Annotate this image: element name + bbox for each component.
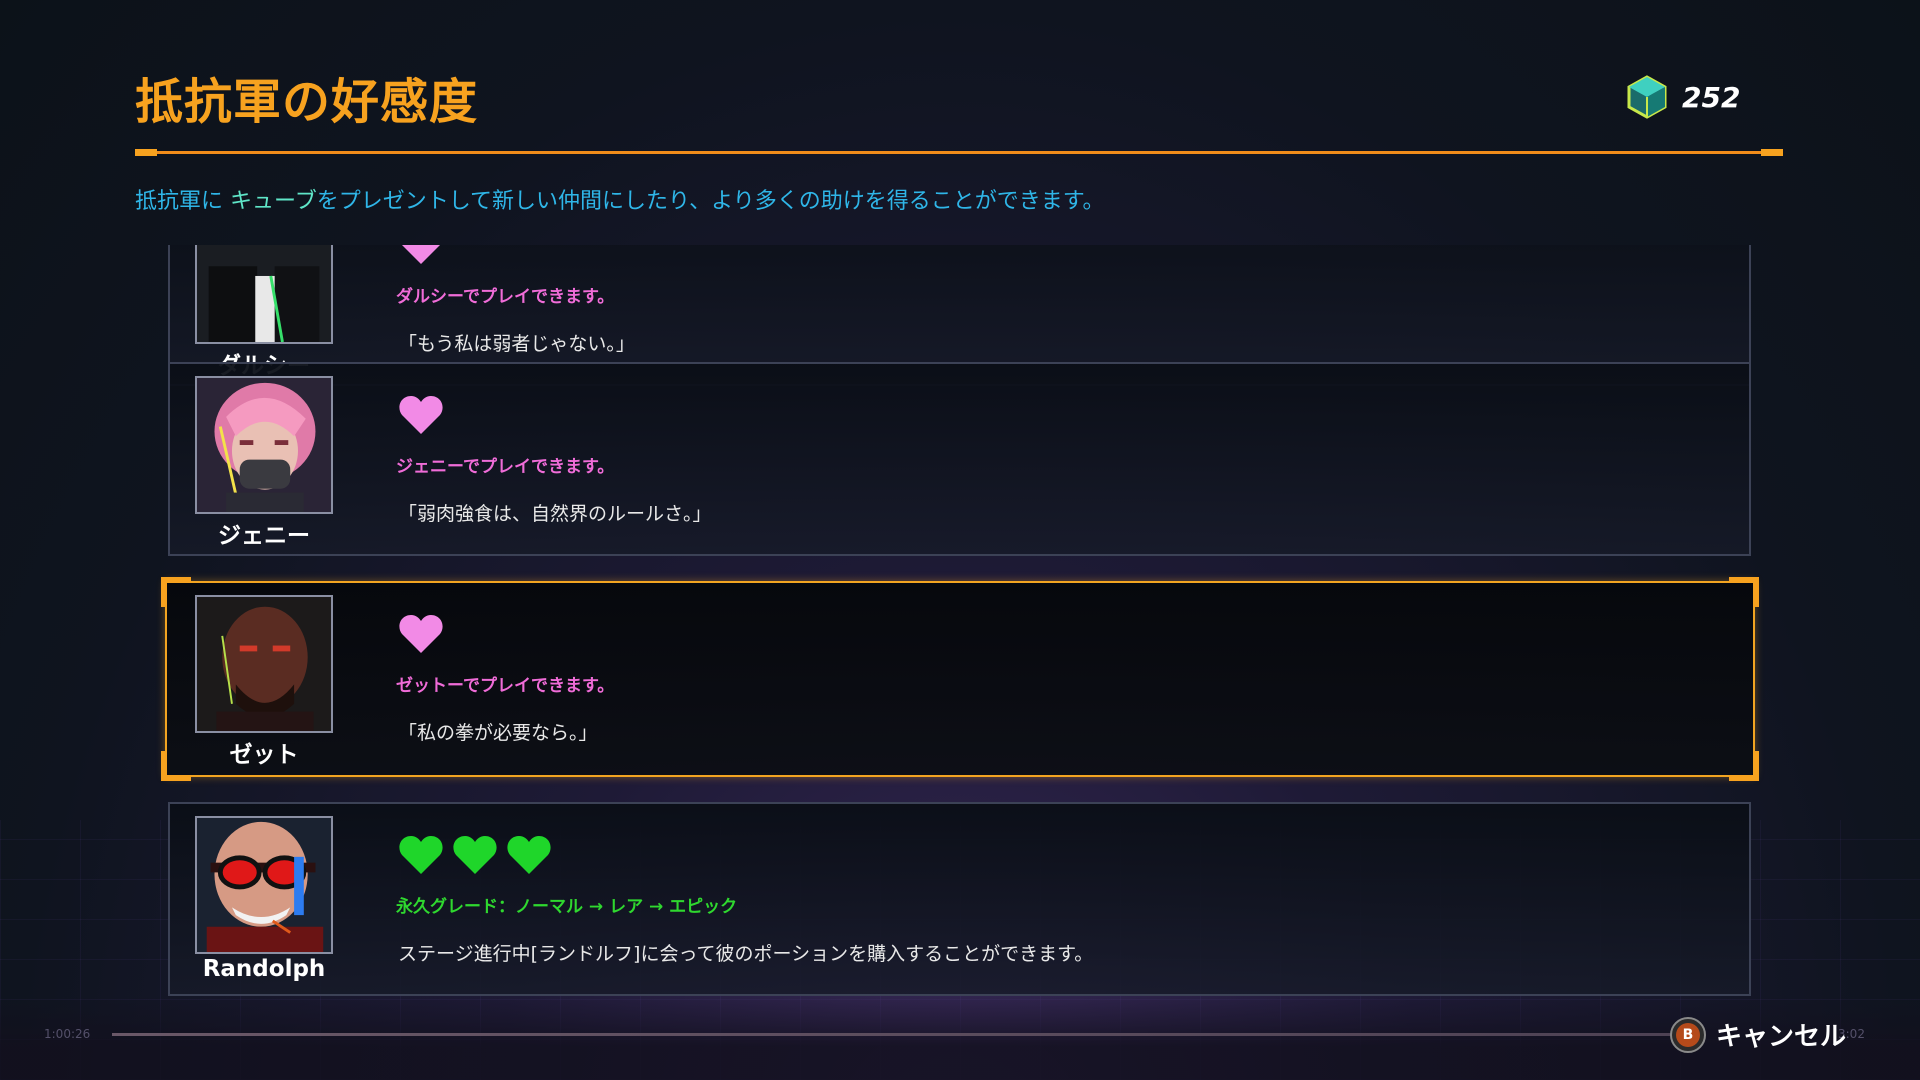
subtitle-suffix: をプレゼントして新しい仲間にしたり、より多くの助けを得ることができます。 [316, 189, 1105, 214]
dulcie-portrait-icon [197, 245, 331, 342]
ally-card-randolph[interactable]: Randolph 永久グレード：ノーマル → レア → エピック ステージ進行中… [168, 802, 1751, 996]
cube-icon [1627, 75, 1667, 119]
b-button-glyph: B [1676, 1022, 1700, 1047]
page-title: 抵抗軍の好感度 [135, 74, 479, 130]
ally-status: 永久グレード：ノーマル → レア → エピック [396, 897, 738, 917]
ally-name: ジェニー [218, 523, 310, 549]
heart-icon [399, 396, 443, 434]
bottom-bar [0, 996, 1920, 1080]
portrait-jenny [195, 376, 333, 514]
currency-value: 252 [1682, 80, 1741, 114]
heart-icon [399, 836, 443, 874]
affinity-hearts [398, 613, 444, 655]
jenny-portrait-icon [197, 378, 331, 512]
ally-card-jenny[interactable]: ジェニー ジェニーでプレイできます。 「弱肉強食は、自然界のルールさ。」 [168, 362, 1751, 556]
ally-name: ゼット [229, 742, 299, 768]
portrait-zett [195, 595, 333, 733]
ally-quote: 「もう私は弱者じゃない。」 [398, 333, 635, 355]
heart-icon [507, 836, 551, 874]
ally-list: ダルシー ダルシーでプレイできます。 「もう私は弱者じゃない。」 ジェニー [0, 245, 1920, 997]
subtitle: 抵抗軍に キューブをプレゼントして新しい仲間にしたり、より多くの助けを得ることが… [135, 183, 1105, 215]
ally-quote: ステージ進行中[ランドルフ]に会って彼のポーションを購入することができます。 [398, 943, 1094, 965]
ally-card-zett[interactable]: ゼット ゼットーでプレイできます。 「私の拳が必要なら。」 [161, 577, 1759, 781]
heart-icon [402, 245, 440, 264]
ally-quote: 「弱肉強食は、自然界のルールさ。」 [398, 503, 712, 525]
selection-corner [1729, 577, 1759, 607]
elapsed-time: 1:00:26 [44, 1027, 91, 1041]
subtitle-highlight: キューブ [230, 189, 317, 214]
affinity-hearts [398, 245, 444, 266]
currency-counter: 252 [1624, 74, 1740, 120]
affinity-hearts [398, 394, 444, 436]
cancel-label: キャンセル [1716, 1022, 1847, 1052]
portrait-randolph [195, 816, 333, 954]
header-divider [135, 149, 1783, 156]
ally-status: ゼットーでプレイできます。 [396, 676, 615, 696]
ally-name: Randolph [202, 956, 326, 982]
selection-corner [1729, 751, 1759, 781]
b-button-icon: B [1670, 1016, 1706, 1053]
selection-corner [161, 577, 191, 607]
portrait-dulcie [195, 245, 333, 344]
ally-quote: 「私の拳が必要なら。」 [398, 722, 598, 744]
affinity-hearts [398, 834, 552, 876]
cancel-button[interactable]: B キャンセル [1670, 1016, 1846, 1053]
heart-icon [399, 615, 443, 653]
ally-status: ジェニーでプレイできます。 [396, 457, 615, 477]
zett-portrait-icon [197, 597, 331, 731]
heart-icon [453, 836, 497, 874]
progress-track [112, 1033, 1672, 1036]
subtitle-prefix: 抵抗軍に [135, 189, 224, 214]
ally-status: ダルシーでプレイできます。 [396, 287, 615, 307]
randolph-portrait-icon [197, 818, 331, 952]
